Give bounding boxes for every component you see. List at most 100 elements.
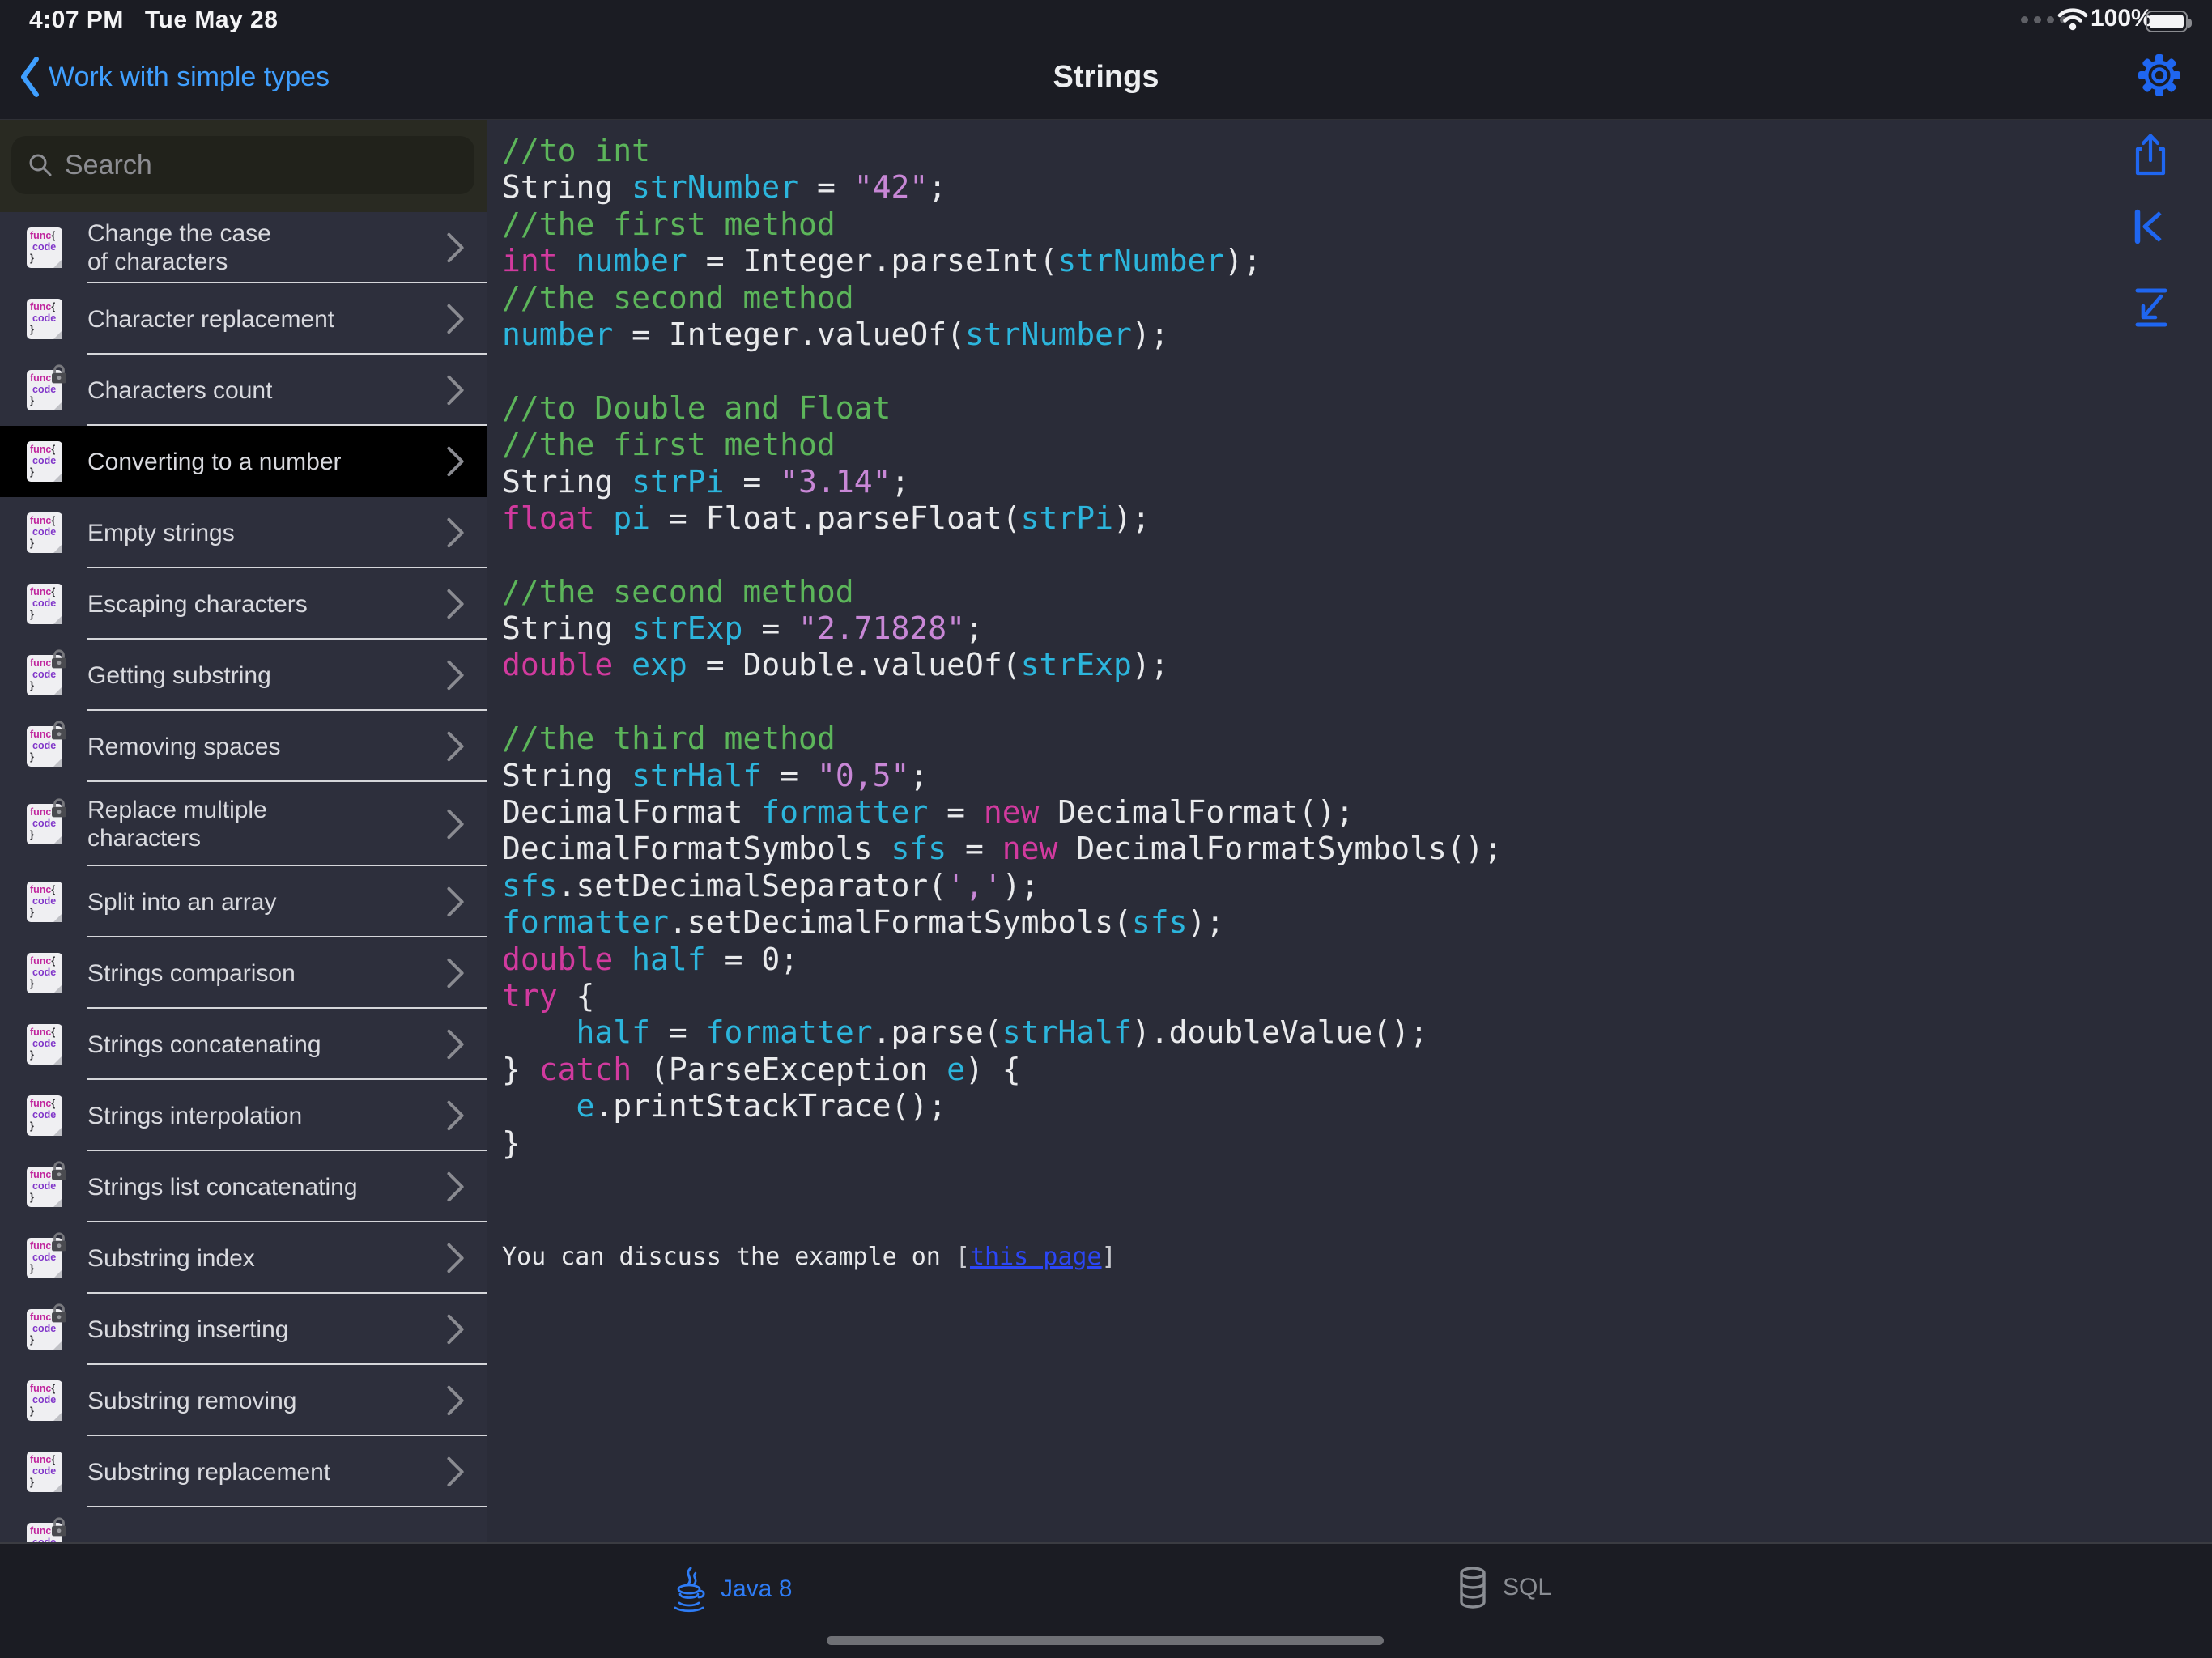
sidebar-item[interactable]: func{ code } Change the caseof character… <box>0 212 487 283</box>
lock-icon <box>50 798 68 818</box>
sidebar-item[interactable]: func{ code } Strings list concatenating <box>0 1151 487 1222</box>
sidebar-item[interactable]: func{ code } Replace multiplecharacters <box>0 782 487 866</box>
search-section <box>0 120 487 212</box>
code-line: try { <box>502 978 1502 1014</box>
code-line: //the second method <box>502 574 1502 610</box>
chevron-right-icon <box>445 1099 466 1132</box>
func-code-icon: func{ code } <box>27 584 62 624</box>
code-line: int number = Integer.parseInt(strNumber)… <box>502 243 1502 279</box>
chevron-right-icon <box>445 374 466 406</box>
func-code-icon: func{ code } <box>27 227 62 268</box>
code-line: String strNumber = "42"; <box>502 169 1502 206</box>
sidebar-item[interactable]: func{ code } Converting to a number <box>0 426 487 497</box>
lock-icon <box>50 1232 68 1252</box>
chevron-right-icon <box>445 808 466 840</box>
gear-icon[interactable] <box>2138 53 2181 97</box>
code-block: //to intString strNumber = "42";//the fi… <box>502 133 1502 1162</box>
code-line: double exp = Double.valueOf(strExp); <box>502 647 1502 683</box>
sidebar-item[interactable]: func{ code } Getting substring <box>0 640 487 711</box>
sidebar-item[interactable]: func{ code } Characters count <box>0 355 487 426</box>
code-line: half = formatter.parse(strHalf).doubleVa… <box>502 1014 1502 1051</box>
skip-to-start-icon[interactable] <box>2131 207 2168 246</box>
sidebar-item[interactable]: func{ code } Strings interpolation <box>0 1080 487 1151</box>
chevron-right-icon <box>445 1171 466 1203</box>
discuss-line: You can discuss the example on [this pag… <box>502 1243 1117 1271</box>
code-line: //the second method <box>502 280 1502 317</box>
sidebar-item-label: Change the caseof characters <box>87 219 430 276</box>
java-icon <box>669 1565 709 1613</box>
code-line: sfs.setDecimalSeparator(','); <box>502 868 1502 904</box>
tab-java8[interactable]: Java 8 <box>669 1565 792 1613</box>
sidebar-item-label: Strings concatenating <box>87 1031 430 1059</box>
code-panel: //to intString strNumber = "42";//the fi… <box>487 120 2212 1542</box>
sidebar-item[interactable]: func{ code } Strings comparison <box>0 937 487 1009</box>
func-code-icon: func{ code } <box>27 1167 62 1207</box>
tab-java8-label: Java 8 <box>721 1575 792 1603</box>
battery-percent: 100% <box>2091 5 2153 32</box>
chevron-right-icon <box>445 886 466 918</box>
code-line: DecimalFormat formatter = new DecimalFor… <box>502 794 1502 831</box>
sidebar-item[interactable]: func{ code } Substring removing <box>0 1365 487 1436</box>
sidebar-item[interactable]: func{ code } Substring inserting <box>0 1294 487 1365</box>
sidebar-item-label: Escaping characters <box>87 590 430 619</box>
chevron-right-icon <box>445 232 466 264</box>
search-icon <box>28 152 53 178</box>
lock-icon <box>50 1161 68 1180</box>
search-field[interactable] <box>11 136 474 194</box>
func-code-icon: func{ code } <box>27 1238 62 1278</box>
sidebar-item[interactable]: func{ code } <box>0 1507 487 1542</box>
sidebar: func{ code } Change the caseof character… <box>0 120 487 1542</box>
sidebar-item-label: Removing spaces <box>87 733 430 761</box>
sidebar-item-label: Substring removing <box>87 1387 430 1415</box>
lock-icon <box>50 649 68 669</box>
sidebar-item[interactable]: func{ code } Empty strings <box>0 497 487 568</box>
search-input[interactable] <box>65 136 462 194</box>
sidebar-item[interactable]: func{ code } Substring index <box>0 1222 487 1294</box>
code-line: //to Double and Float <box>502 390 1502 427</box>
sidebar-item-label: Strings list concatenating <box>87 1173 430 1201</box>
lock-icon <box>50 1303 68 1323</box>
sidebar-item-label: Split into an array <box>87 888 430 916</box>
chevron-right-icon <box>445 445 466 478</box>
sidebar-item[interactable]: func{ code } Removing spaces <box>0 711 487 782</box>
database-icon <box>1454 1565 1491 1610</box>
tab-sql-label: SQL <box>1503 1574 1551 1601</box>
func-code-icon: func{ code } <box>27 299 62 339</box>
sidebar-item-label: Substring index <box>87 1244 430 1273</box>
code-line: //to int <box>502 133 1502 169</box>
page-title: Strings <box>0 60 2212 95</box>
chevron-right-icon <box>445 517 466 549</box>
code-line <box>502 537 1502 573</box>
code-line: number = Integer.valueOf(strNumber); <box>502 317 1502 353</box>
home-indicator[interactable] <box>827 1636 1384 1645</box>
code-line: String strHalf = "0,5"; <box>502 758 1502 794</box>
code-line: //the first method <box>502 427 1502 463</box>
sidebar-item-label: Getting substring <box>87 661 430 690</box>
code-line: } catch (ParseException e) { <box>502 1052 1502 1088</box>
sidebar-item[interactable]: func{ code } Character replacement <box>0 283 487 355</box>
code-line: double half = 0; <box>502 942 1502 978</box>
func-code-icon: func{ code } <box>27 1523 62 1542</box>
share-icon[interactable] <box>2131 131 2170 178</box>
collapse-icon[interactable] <box>2131 286 2172 329</box>
sidebar-item-label: Characters count <box>87 376 430 405</box>
sidebar-item[interactable]: func{ code } Split into an array <box>0 866 487 937</box>
chevron-right-icon <box>445 659 466 691</box>
sidebar-item-label: Character replacement <box>87 305 430 334</box>
sidebar-item[interactable]: func{ code } Substring replacement <box>0 1436 487 1507</box>
sidebar-item-label: Substring inserting <box>87 1316 430 1344</box>
tab-sql[interactable]: SQL <box>1454 1565 1551 1610</box>
sidebar-item-label: Substring replacement <box>87 1458 430 1486</box>
sidebar-item[interactable]: func{ code } Escaping characters <box>0 568 487 640</box>
chevron-right-icon <box>445 1384 466 1417</box>
lock-icon <box>50 364 68 384</box>
code-line: //the first method <box>502 206 1502 243</box>
func-code-icon: func{ code } <box>27 441 62 482</box>
clock: 4:07 PM <box>29 6 124 33</box>
date: Tue May 28 <box>145 6 279 33</box>
discuss-page-link[interactable]: this page <box>970 1243 1102 1271</box>
func-code-icon: func{ code } <box>27 726 62 767</box>
sidebar-item[interactable]: func{ code } Strings concatenating <box>0 1009 487 1080</box>
chevron-right-icon <box>445 957 466 989</box>
func-code-icon: func{ code } <box>27 1309 62 1350</box>
